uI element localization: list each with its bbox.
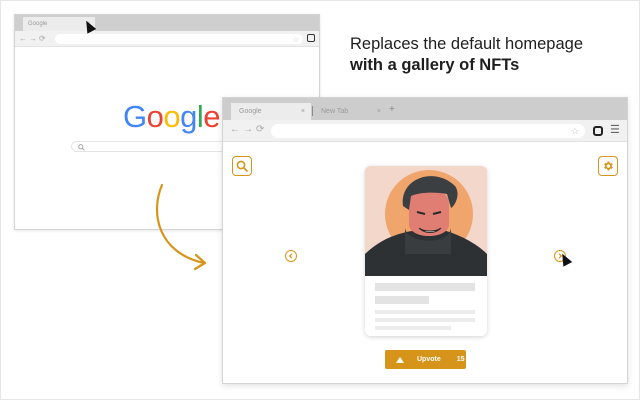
- tab-bar: Google × New Tab × +: [223, 98, 627, 120]
- text-placeholder: [375, 310, 475, 314]
- chevron-left-icon: [288, 253, 293, 259]
- google-logo-letter: g: [180, 99, 197, 134]
- google-search-input[interactable]: [71, 141, 241, 152]
- tab-bar: Google ×: [15, 15, 319, 31]
- browser-toolbar: ←→⟳ ☆ ☰: [15, 31, 319, 47]
- tab-label: Google: [28, 21, 48, 27]
- gear-icon: [604, 161, 613, 171]
- google-logo-letter: G: [123, 99, 147, 134]
- upvote-button[interactable]: Upvote 15: [385, 350, 466, 369]
- upvote-count: 15: [456, 356, 465, 363]
- subtitle-placeholder: [375, 296, 429, 304]
- browser-toolbar: ←→⟳ ☆ ☰: [223, 120, 627, 142]
- newtab-browser-window: Google × New Tab × + ←→⟳ ☆ ☰ Upvote 15: [222, 97, 628, 384]
- headline-line-1: Replaces the default homepage: [350, 35, 583, 53]
- headline: Replaces the default homepage with a gal…: [350, 34, 630, 76]
- bookmark-star-icon[interactable]: ☆: [293, 36, 299, 44]
- tab-google[interactable]: Google ×: [231, 103, 311, 120]
- address-bar[interactable]: ☆: [55, 34, 303, 44]
- nft-portrait-illustration: [365, 166, 487, 276]
- extension-icon[interactable]: [307, 34, 315, 42]
- tab-close-icon[interactable]: ×: [301, 108, 305, 115]
- tab-close-icon[interactable]: ×: [377, 108, 381, 115]
- search-icon: [236, 160, 248, 172]
- text-placeholder: [375, 326, 451, 330]
- tab-label: New Tab: [321, 108, 349, 115]
- search-button[interactable]: [232, 156, 252, 176]
- previous-nft-button[interactable]: [285, 250, 297, 262]
- google-logo-letter: e: [203, 99, 221, 134]
- nft-image: [365, 166, 487, 276]
- nft-card[interactable]: [365, 166, 487, 336]
- google-logo: Google: [123, 99, 221, 135]
- text-placeholder: [375, 318, 475, 322]
- search-icon: [78, 144, 85, 151]
- settings-button[interactable]: [598, 156, 618, 176]
- tab-label: Google: [239, 108, 262, 115]
- upvote-label: Upvote: [417, 356, 441, 363]
- extension-icon[interactable]: [593, 126, 603, 136]
- menu-icon[interactable]: ☰: [319, 33, 320, 42]
- menu-icon[interactable]: ☰: [610, 123, 620, 136]
- google-logo-letter: o: [163, 99, 181, 134]
- new-tab-plus-icon[interactable]: +: [389, 104, 395, 115]
- triangle-up-icon: [396, 356, 404, 363]
- tab-new-tab[interactable]: New Tab ×: [313, 103, 385, 120]
- address-bar[interactable]: ☆: [271, 124, 585, 138]
- nav-buttons-icon[interactable]: ←→⟳: [230, 124, 267, 135]
- curved-arrow-icon: [155, 183, 207, 271]
- google-logo-letter: o: [146, 99, 164, 134]
- headline-line-2: with a gallery of NFTs: [350, 56, 520, 74]
- title-placeholder: [375, 283, 475, 291]
- bookmark-star-icon[interactable]: ☆: [571, 126, 579, 137]
- nav-buttons-icon[interactable]: ←→⟳: [19, 34, 48, 43]
